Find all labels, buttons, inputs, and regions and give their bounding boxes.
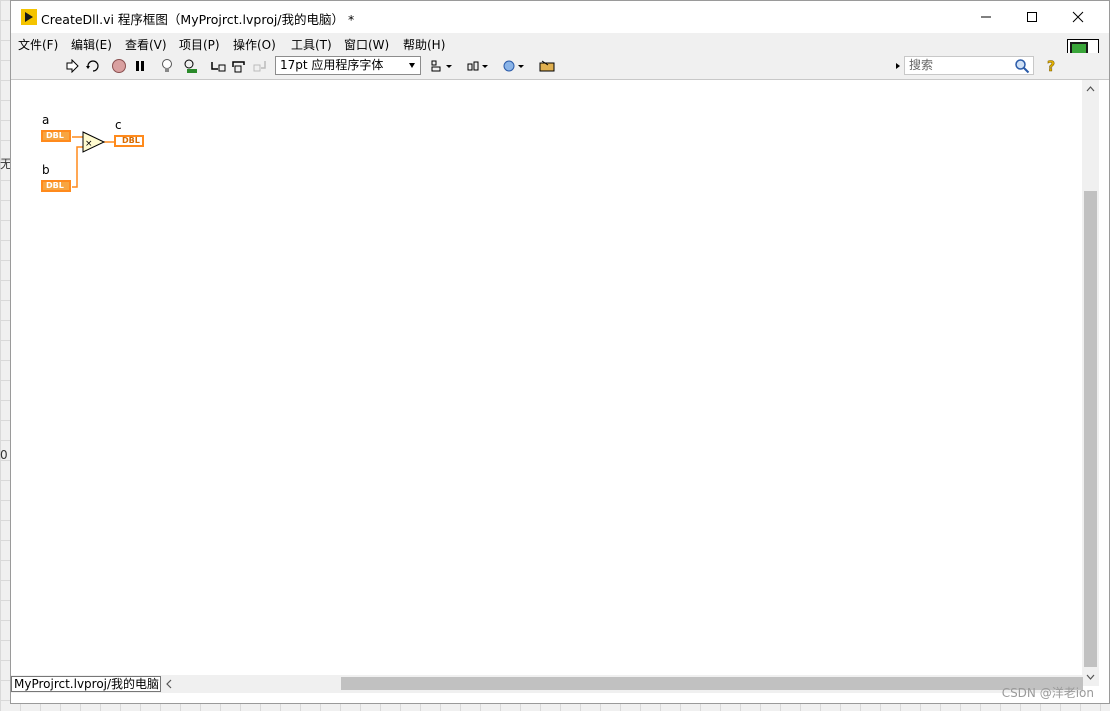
highlight-execution-button[interactable]: [158, 57, 176, 75]
maximize-icon: [1027, 12, 1037, 22]
align-objects-icon: [431, 60, 452, 72]
block-diagram-canvas[interactable]: × a DBL b DBL c DBL: [11, 80, 1083, 686]
input-a-terminal[interactable]: DBL: [41, 130, 71, 142]
menu-bar: 文件(F) 编辑(E) 查看(V) 项目(P) 操作(O) 工具(T) 窗口(W…: [11, 33, 1109, 53]
run-arrow-icon: [66, 59, 79, 73]
search-expand-icon[interactable]: [893, 57, 903, 75]
step-out-button[interactable]: [252, 57, 270, 75]
cleanup-diagram-button[interactable]: [537, 57, 559, 75]
horizontal-scrollbar[interactable]: MyProjrct.lvproj/我的电脑: [11, 675, 1083, 693]
run-button[interactable]: [63, 57, 81, 75]
menu-tools[interactable]: 工具(T): [291, 36, 332, 53]
step-over-button[interactable]: [230, 57, 248, 75]
reorder-button[interactable]: [501, 57, 527, 75]
pause-icon: [136, 61, 144, 71]
chevron-down-icon: [409, 63, 415, 68]
input-b-label[interactable]: b: [42, 163, 50, 177]
abort-stop-icon: [112, 59, 126, 73]
menu-file[interactable]: 文件(F): [18, 36, 58, 53]
input-a-label[interactable]: a: [42, 113, 49, 127]
input-b-type: DBL: [46, 181, 64, 190]
output-c-label[interactable]: c: [115, 118, 122, 132]
close-button[interactable]: [1055, 1, 1101, 33]
step-into-button[interactable]: [209, 57, 227, 75]
pause-button[interactable]: [131, 57, 149, 75]
scroll-up-icon: [1086, 86, 1095, 92]
font-select[interactable]: 17pt 应用程序字体: [275, 56, 421, 75]
multiply-operator-label: ×: [85, 139, 93, 149]
minimize-button[interactable]: [963, 1, 1009, 33]
menu-view[interactable]: 查看(V): [125, 36, 167, 53]
search-icon[interactable]: [1013, 57, 1031, 75]
step-into-icon: [211, 62, 226, 72]
reorder-icon: [503, 60, 524, 72]
font-select-value: 17pt 应用程序字体: [280, 58, 384, 72]
align-objects-button[interactable]: [429, 57, 455, 75]
step-out-icon: [253, 61, 266, 72]
menu-operate[interactable]: 操作(O): [233, 36, 276, 53]
window-title: CreateDll.vi 程序框图（MyProjrct.lvproj/我的电脑）…: [41, 12, 355, 27]
watermark-text: CSDN @洋老ion: [1001, 686, 1094, 700]
diagram-wires: ×: [72, 131, 114, 188]
menu-help[interactable]: 帮助(H): [403, 36, 445, 53]
lightbulb-icon: [162, 59, 172, 72]
retain-wire-values-button[interactable]: [183, 57, 201, 75]
toolbar: 17pt 应用程序字体 搜索 ?: [11, 53, 1109, 80]
project-path-label[interactable]: MyProjrct.lvproj/我的电脑: [11, 676, 161, 692]
input-a-type: DBL: [46, 131, 64, 140]
distribute-objects-button[interactable]: [465, 57, 491, 75]
menu-edit[interactable]: 编辑(E): [71, 36, 112, 53]
minimize-icon: [981, 16, 991, 18]
input-b-terminal[interactable]: DBL: [41, 180, 71, 192]
search-placeholder: 搜索: [909, 58, 934, 72]
vertical-scroll-thumb[interactable]: [1084, 191, 1097, 667]
block-diagram-window: CreateDll.vi 程序框图（MyProjrct.lvproj/我的电脑）…: [10, 0, 1110, 704]
run-continuously-button[interactable]: [84, 57, 102, 75]
abort-button[interactable]: [110, 57, 128, 75]
background-text-fragment: 0: [0, 448, 8, 462]
scroll-left-icon: [166, 679, 172, 689]
cleanup-diagram-icon: [539, 60, 555, 72]
horizontal-scroll-thumb[interactable]: [341, 677, 1083, 690]
retain-wire-values-icon: [184, 59, 197, 73]
help-question-icon: ?: [1047, 59, 1056, 74]
output-c-terminal[interactable]: DBL: [114, 135, 144, 147]
vertical-scrollbar[interactable]: [1082, 80, 1099, 686]
distribute-objects-icon: [467, 61, 488, 71]
labview-app-icon: [21, 9, 37, 25]
close-icon: [1072, 11, 1084, 23]
maximize-button[interactable]: [1009, 1, 1055, 33]
svg-text:?: ?: [1047, 59, 1055, 74]
step-over-icon: [232, 61, 245, 73]
title-bar[interactable]: CreateDll.vi 程序框图（MyProjrct.lvproj/我的电脑）…: [11, 1, 1109, 33]
menu-window[interactable]: 窗口(W): [344, 36, 389, 53]
run-continuously-icon: [86, 60, 99, 72]
scroll-down-icon: [1086, 674, 1095, 680]
wire-b: [72, 146, 83, 188]
menu-project[interactable]: 项目(P): [179, 36, 220, 53]
context-help-button[interactable]: ?: [1042, 57, 1060, 75]
output-c-type: DBL: [122, 136, 140, 145]
